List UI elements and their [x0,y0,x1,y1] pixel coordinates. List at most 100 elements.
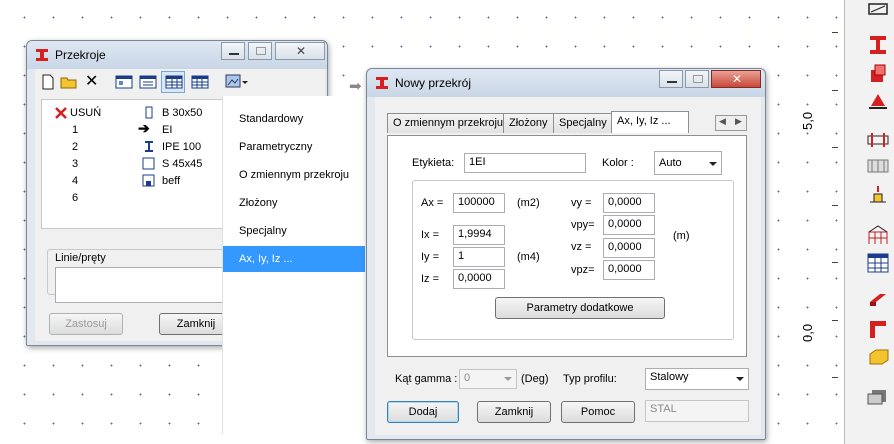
unit-m2: (m2) [517,197,540,209]
structure-icon[interactable] [866,224,890,246]
chevron-right-icon[interactable]: ▶ [735,116,742,127]
delete-icon[interactable]: ✕ [85,71,98,91]
etykieta-input[interactable]: 1EI [464,153,586,173]
ruler-tick [832,147,838,148]
ruler-tick [832,320,838,321]
close-dialog-button[interactable]: ✕ [711,70,761,88]
tab-zmienny[interactable]: O zmiennym przekroju [387,113,510,133]
kat-gamma-combo[interactable]: 0 [459,369,517,389]
beam-3d-icon[interactable] [866,288,890,310]
menu-item-specjalny[interactable]: Specjalny [223,218,365,244]
window-title: Przekroje [55,48,106,62]
view-details-toggle[interactable] [161,71,185,93]
vpy-input[interactable]: 0,0000 [603,215,655,235]
list-item-num[interactable]: USUŃ [70,107,101,119]
close-icon: ✕ [732,72,743,86]
support-icon[interactable] [866,90,890,112]
close-button[interactable]: Zamknij [477,401,551,423]
apply-button[interactable]: Zastosuj [49,313,123,335]
tab-specjalny[interactable]: Specjalny [553,113,613,133]
list-item-num[interactable]: 3 [72,158,78,170]
tab-strip: O zmiennym przekroju Złożony Specjalny A… [387,111,753,137]
list-item-name[interactable]: EI [162,124,172,136]
close-window-button[interactable]: ✕ [275,42,325,60]
nowy-przekroj-dialog: Nowy przekrój ✕ O zmiennym przekroju Zło… [366,68,766,440]
add-button[interactable]: Dodaj [387,401,459,423]
list-item-name[interactable]: beff [162,175,180,187]
ruler-label-top: 5,0 [800,111,815,130]
ruler-tick [832,377,838,378]
vy-input[interactable]: 0,0000 [603,193,655,213]
vpz-input[interactable]: 0,0000 [603,260,655,280]
app-icon [376,77,388,89]
menu-item-ax-iy-iz[interactable]: Ax, Iy, Iz ... [223,246,365,272]
view-small-icon[interactable] [115,74,133,90]
view-list-icon[interactable] [139,74,157,90]
typ-profilu-label: Typ profilu: [563,373,617,385]
iz-label: Iz = [421,273,440,285]
maximize-button[interactable] [248,42,272,60]
dialog-body: O zmiennym przekroju Złożony Specjalny A… [375,97,761,435]
iy-label: Iy = [421,251,440,263]
ax-input[interactable]: 100000 [453,193,505,213]
ix-input[interactable]: 1,9994 [453,225,505,245]
typ-profilu-value: Stalowy [650,371,689,383]
menu-item-zmienny[interactable]: O zmiennym przekroju [223,162,365,188]
help-button[interactable]: Pomoc [561,401,635,423]
list-item-num[interactable]: 2 [72,141,78,153]
section-type-dropdown-icon[interactable] [225,73,249,91]
open-folder-icon[interactable] [60,74,78,90]
table-icon[interactable] [866,252,890,274]
chevron-down-icon [736,377,744,381]
maximize-button[interactable] [685,70,709,88]
menu-item-zlozony[interactable]: Złożony [223,190,365,216]
unit-m4: (m4) [517,251,540,263]
minimize-button[interactable] [221,42,245,60]
list-item-num[interactable]: 6 [72,192,78,204]
load-icon[interactable] [866,184,890,206]
ax-label: Ax = [421,197,444,209]
ruler-label-bottom: 0,0 [800,323,815,342]
chevron-left-icon[interactable]: ◀ [719,116,726,127]
offsets-icon[interactable] [866,156,890,178]
tab-scroll-buttons[interactable]: ◀ ▶ [715,115,747,131]
ix-label: Ix = [421,229,440,241]
kat-gamma-value: 0 [464,372,471,384]
menu-item-parametryczny[interactable]: Parametryczny [223,134,365,160]
material-field: STAL [645,400,749,422]
section-view-icon[interactable] [866,0,890,22]
releases-icon[interactable] [866,128,890,150]
przekroje-titlebar[interactable]: Przekroje ✕ [27,41,327,69]
iy-input[interactable]: 1 [453,247,505,267]
ruler-tick [832,32,838,33]
menu-item-standardowy[interactable]: Standardowy [223,106,365,132]
layers-icon[interactable] [866,384,890,406]
typ-profilu-combo[interactable]: Stalowy [645,368,749,390]
minimize-button[interactable] [659,70,683,88]
params-button[interactable]: Parametry dodatkowe [495,297,665,319]
delete-x-icon [54,106,68,120]
kat-gamma-label: Kąt gamma : [395,373,458,385]
new-icon[interactable] [41,74,55,90]
list-item-name[interactable]: IPE 100 [162,141,201,153]
list-item-num[interactable]: 1 [72,124,78,136]
list-item-name[interactable]: B 30x50 [162,107,202,119]
thickness-icon[interactable] [866,62,890,84]
iz-input[interactable]: 0,0000 [453,269,505,289]
tab-ax-iy-iz[interactable]: Ax, Iy, Iz ... [611,111,689,133]
i-beam-section-icon[interactable] [866,34,890,56]
vz-input[interactable]: 0,0000 [603,238,655,258]
frame-icon[interactable] [866,318,890,340]
ruler-tick [832,262,838,263]
dialog-titlebar[interactable]: Nowy przekrój ✕ [367,69,765,97]
kolor-combo[interactable]: Auto [654,151,722,175]
tab-zlozony[interactable]: Złożony [503,113,554,133]
tab-page: Etykieta: 1EI Kolor : Auto Ax = 100000 (… [387,135,747,357]
arrow-right-icon: ➔ [138,120,150,136]
list-item-name[interactable]: S 45x45 [162,158,202,170]
solid-icon[interactable] [866,346,890,368]
table-view-icon[interactable] [191,74,209,90]
etykieta-label: Etykieta: [412,157,455,169]
list-item-num[interactable]: 4 [72,175,78,187]
section-type-menu: Standardowy Parametryczny O zmiennym prz… [222,96,368,434]
